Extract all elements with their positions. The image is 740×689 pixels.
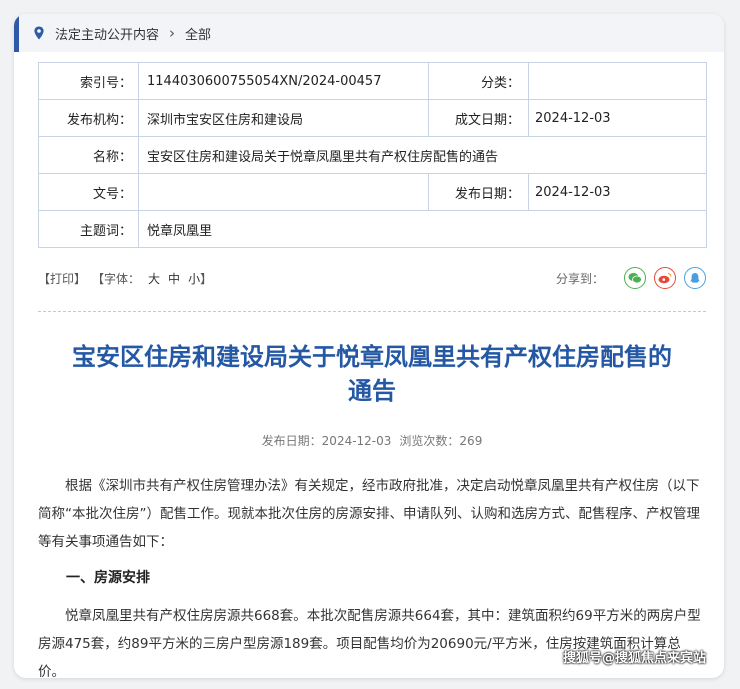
- breadcrumb-item-public[interactable]: 法定主动公开内容: [55, 24, 159, 43]
- font-size-close: 】: [200, 271, 213, 286]
- print-link[interactable]: 【打印】: [38, 270, 86, 287]
- category-value: [528, 62, 707, 100]
- publish-date-value: 2024-12-03: [528, 173, 707, 211]
- publisher-label: 发布机构：: [38, 99, 139, 137]
- font-large-link[interactable]: 大: [148, 272, 160, 286]
- section-heading-housing: 一、房源安排: [66, 570, 150, 586]
- subject-label: 主题词：: [38, 210, 139, 248]
- weibo-icon[interactable]: [654, 267, 676, 289]
- divider: [38, 311, 706, 312]
- doc-no-value: [138, 173, 429, 211]
- publish-date-label: 发布日期：: [428, 173, 529, 211]
- font-size-label: 【字体：: [92, 271, 141, 286]
- paragraph-housing: 悦章凤凰里共有产权住房房源共668套。本批次配售房源共664套，其中：建筑面积约…: [38, 608, 701, 678]
- subject-value: 悦章凤凰里: [138, 210, 707, 248]
- font-medium-link[interactable]: 中: [168, 272, 180, 286]
- breadcrumb: 法定主动公开内容 › 全部: [14, 14, 724, 52]
- share-area: 分享到：: [556, 267, 706, 289]
- article-view-count: 浏览次数：269: [399, 434, 483, 448]
- wechat-icon[interactable]: [624, 267, 646, 289]
- page-card: 法定主动公开内容 › 全部 索引号： 11440306007550​54XN/2…: [14, 14, 724, 678]
- paragraph-intro: 根据《深圳市共有产权住房管理办法》有关规定，经市政府批准，决定启动悦章凤凰里共有…: [38, 478, 700, 550]
- font-size-controls: 【字体： 大中小】: [92, 270, 212, 287]
- index-label: 索引号：: [38, 62, 139, 100]
- qq-icon[interactable]: [684, 267, 706, 289]
- name-label: 名称：: [38, 136, 139, 174]
- name-value: 宝安区住房和建设局关于悦章凤凰里共有产权住房配售的通告: [138, 136, 707, 174]
- doc-no-label: 文号：: [38, 173, 139, 211]
- written-date-label: 成文日期：: [428, 99, 529, 137]
- article-title-line2: 通告: [348, 377, 396, 405]
- article-info: 发布日期：2024-12-03 浏览次数：269: [38, 432, 706, 449]
- metadata-table: 索引号： 11440306007550​54XN/2024-00457 分类： …: [38, 62, 707, 248]
- location-pin-icon: [34, 26, 44, 40]
- article-publish-date: 发布日期：2024-12-03: [261, 434, 392, 448]
- article-title: 宝安区住房和建设局关于悦章凤凰里共有产权住房配售的 通告: [38, 340, 706, 408]
- font-small-link[interactable]: 小: [188, 272, 200, 286]
- article-title-line1: 宝安区住房和建设局关于悦章凤凰里共有产权住房配售的: [72, 343, 672, 371]
- watermark: 搜狐号@搜狐焦点来宾站: [562, 651, 706, 666]
- breadcrumb-item-all[interactable]: 全部: [185, 24, 211, 43]
- publisher-value: 深圳市宝安区住房和建设局: [138, 99, 429, 137]
- written-date-value: 2024-12-03: [528, 99, 707, 137]
- share-label: 分享到：: [555, 271, 604, 286]
- index-value: 11440306007550​54XN/2024-00457: [138, 62, 429, 100]
- toolbar: 【打印】 【字体： 大中小】 分享到：: [38, 266, 706, 290]
- category-label: 分类：: [428, 62, 529, 100]
- breadcrumb-separator-icon: ›: [169, 24, 176, 42]
